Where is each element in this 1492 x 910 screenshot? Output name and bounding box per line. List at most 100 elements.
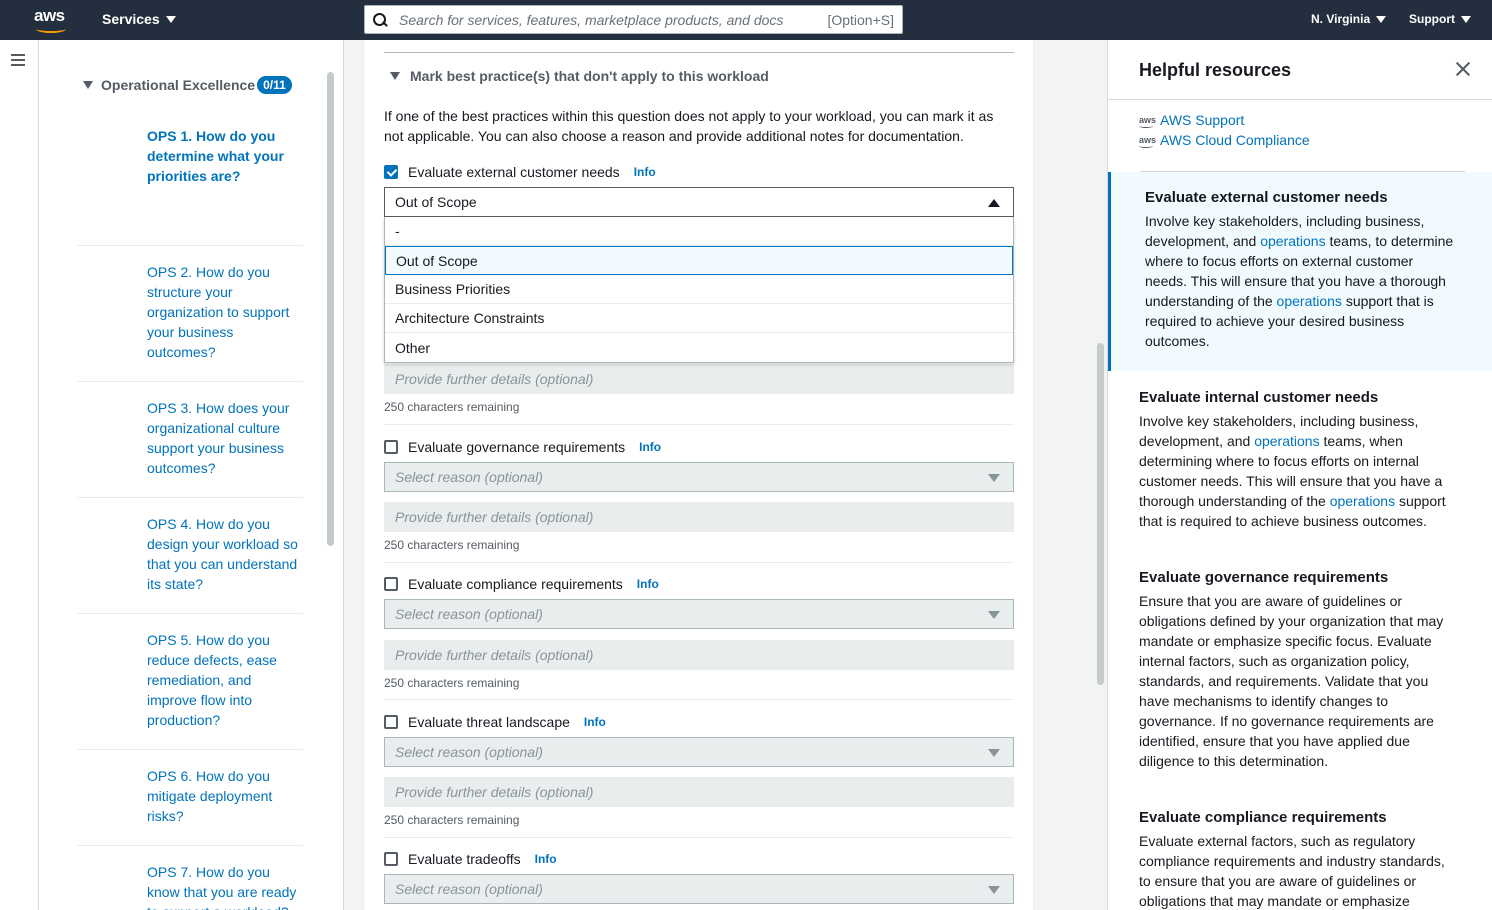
operations-link[interactable]: operations <box>1330 493 1395 509</box>
divider <box>384 424 1014 425</box>
divider <box>384 699 1014 700</box>
aws-smile-icon <box>36 25 66 33</box>
search-icon <box>373 12 387 27</box>
services-menu-button[interactable]: Services <box>102 11 176 27</box>
dropdown-option[interactable]: - <box>385 217 1013 246</box>
help-section-governance-requirements: Evaluate governance requirements Ensure … <box>1139 569 1444 769</box>
help-panel: Helpful resources aws AWS Support aws AW… <box>1107 40 1492 910</box>
not-applicable-section-toggle[interactable]: Mark best practice(s) that don't apply t… <box>390 68 769 84</box>
support-label: Support <box>1409 12 1455 26</box>
help-section-external-customer-needs: Evaluate external customer needs Involve… <box>1108 172 1492 371</box>
details-input[interactable]: Provide further details (optional) <box>384 502 1014 532</box>
close-icon[interactable] <box>1455 61 1471 77</box>
reason-select[interactable]: Select reason (optional) <box>384 874 1014 904</box>
details-input[interactable]: Provide further details (optional) <box>384 640 1014 670</box>
search-bar[interactable]: [Option+S] <box>364 5 903 34</box>
question-link-ops2[interactable]: OPS 2. How do you structure your organiz… <box>77 246 303 382</box>
aws-support-link[interactable]: aws AWS Support <box>1139 112 1244 128</box>
characters-remaining: 250 characters remaining <box>384 813 520 827</box>
caret-down-icon <box>988 749 1000 757</box>
practice-label: Evaluate compliance requirements <box>408 576 623 592</box>
caret-down-icon <box>390 72 400 80</box>
section-description: If one of the best practices within this… <box>384 108 994 144</box>
best-practice-governance: Evaluate governance requirements Info <box>384 439 1014 455</box>
info-link[interactable]: Info <box>639 440 661 454</box>
reason-select[interactable]: Out of Scope <box>384 187 1014 217</box>
caret-down-icon <box>1376 15 1387 23</box>
best-practice-threat-landscape: Evaluate threat landscape Info <box>384 714 1014 730</box>
search-shortcut: [Option+S] <box>827 11 894 28</box>
left-scrollbar[interactable] <box>327 72 334 546</box>
operations-link[interactable]: operations <box>1254 433 1319 449</box>
question-link-ops7[interactable]: OPS 7. How do you know that you are read… <box>77 846 303 910</box>
practice-label: Evaluate external customer needs <box>408 164 620 180</box>
caret-up-icon <box>988 199 1000 207</box>
caret-down-icon <box>1461 15 1471 23</box>
question-navigation: Operational Excellence 0/11 OPS 1. How d… <box>39 40 344 910</box>
dropdown-option-selected[interactable]: Out of Scope <box>385 246 1013 275</box>
best-practice-compliance: Evaluate compliance requirements Info <box>384 576 1014 592</box>
aws-mini-logo-icon: aws <box>1139 114 1157 128</box>
reason-select[interactable]: Select reason (optional) <box>384 462 1014 492</box>
pillar-title: Operational Excellence <box>101 77 256 93</box>
top-navigation: aws Services [Option+S] N. Virginia Supp… <box>0 0 1492 40</box>
caret-down-icon <box>988 611 1000 619</box>
best-practice-tradeoffs: Evaluate tradeoffs Info <box>384 851 1014 867</box>
reason-select[interactable]: Select reason (optional) <box>384 599 1014 629</box>
question-list: OPS 1. How do you determine what your pr… <box>77 124 303 910</box>
section-title: Mark best practice(s) that don't apply t… <box>410 68 769 84</box>
characters-remaining: 250 characters remaining <box>384 400 520 414</box>
question-link-ops3[interactable]: OPS 3. How does your organizational cult… <box>77 382 303 498</box>
details-input[interactable]: Provide further details (optional) <box>384 364 1014 394</box>
info-link[interactable]: Info <box>535 852 557 866</box>
characters-remaining: 250 characters remaining <box>384 538 520 552</box>
operations-link[interactable]: operations <box>1277 293 1342 309</box>
region-selector[interactable]: N. Virginia <box>1311 12 1387 26</box>
caret-down-icon <box>83 81 93 89</box>
checkbox[interactable] <box>384 165 398 179</box>
region-label: N. Virginia <box>1311 12 1371 26</box>
question-link-ops1[interactable]: OPS 1. How do you determine what your pr… <box>77 124 303 246</box>
aws-logo-text: aws <box>34 6 65 25</box>
side-rail <box>0 40 39 910</box>
checkbox[interactable] <box>384 440 398 454</box>
info-link[interactable]: Info <box>584 715 606 729</box>
main-content: Mark best practice(s) that don't apply t… <box>363 40 1034 910</box>
support-menu[interactable]: Support <box>1409 12 1471 26</box>
divider <box>384 52 1014 53</box>
info-link[interactable]: Info <box>634 165 656 179</box>
search-input[interactable] <box>399 11 828 28</box>
info-link[interactable]: Info <box>637 577 659 591</box>
help-section-compliance-requirements: Evaluate compliance requirements Evaluat… <box>1139 809 1445 909</box>
details-input[interactable]: Provide further details (optional) <box>384 777 1014 807</box>
dropdown-option[interactable]: Architecture Constraints <box>385 304 1013 333</box>
dropdown-option[interactable]: Business Priorities <box>385 275 1013 304</box>
practice-label: Evaluate governance requirements <box>408 439 626 455</box>
selected-reason: Out of Scope <box>395 194 477 210</box>
services-label: Services <box>102 11 160 27</box>
main-scrollbar[interactable] <box>1097 343 1104 685</box>
question-link-ops4[interactable]: OPS 4. How do you design your workload s… <box>77 498 303 614</box>
divider <box>1108 99 1492 100</box>
caret-down-icon <box>988 886 1000 894</box>
characters-remaining: 250 characters remaining <box>384 676 520 690</box>
help-panel-title: Helpful resources <box>1139 60 1292 80</box>
aws-logo[interactable]: aws <box>34 6 70 34</box>
menu-icon[interactable] <box>11 54 25 66</box>
reason-dropdown-list: - Out of Scope Business Priorities Archi… <box>384 217 1014 363</box>
question-link-ops6[interactable]: OPS 6. How do you mitigate deployment ri… <box>77 750 303 846</box>
reason-select[interactable]: Select reason (optional) <box>384 737 1014 767</box>
checkbox[interactable] <box>384 715 398 729</box>
divider <box>384 562 1014 563</box>
question-link-ops5[interactable]: OPS 5. How do you reduce defects, ease r… <box>77 614 303 750</box>
help-section-internal-customer-needs: Evaluate internal customer needs Involve… <box>1139 389 1446 529</box>
aws-cloud-compliance-link[interactable]: aws AWS Cloud Compliance <box>1139 132 1310 148</box>
pillar-toggle[interactable]: Operational Excellence 0/11 <box>83 76 292 94</box>
practice-label: Evaluate threat landscape <box>408 714 570 730</box>
checkbox[interactable] <box>384 577 398 591</box>
operations-link[interactable]: operations <box>1260 233 1325 249</box>
aws-mini-logo-icon: aws <box>1139 134 1157 148</box>
checkbox[interactable] <box>384 852 398 866</box>
dropdown-option[interactable]: Other <box>385 333 1013 362</box>
progress-badge: 0/11 <box>257 76 292 94</box>
